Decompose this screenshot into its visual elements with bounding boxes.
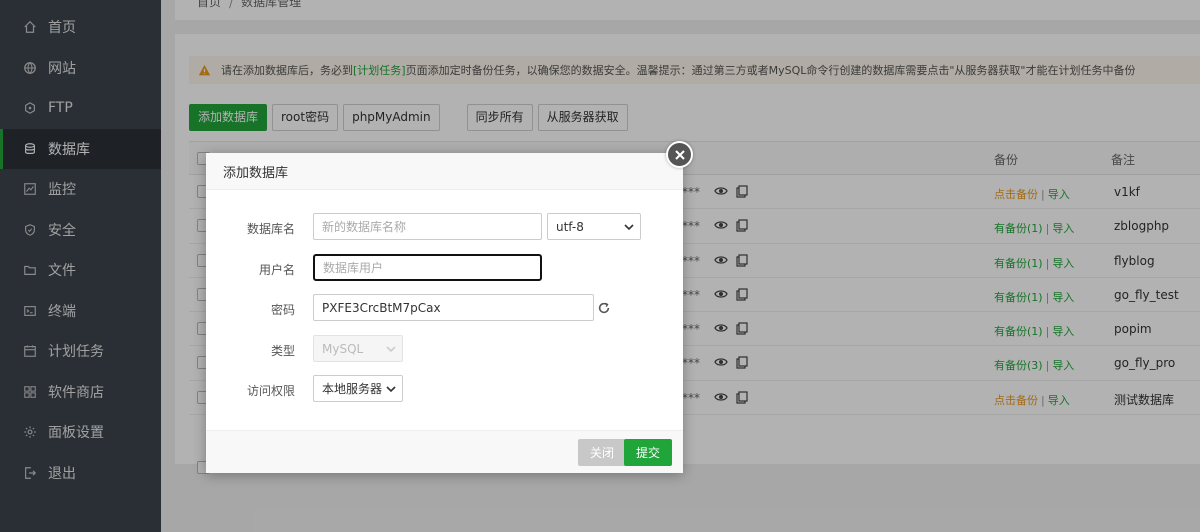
chevron-down-icon: [386, 386, 396, 393]
access-row: 访问权限 本地服务器: [206, 375, 683, 403]
username-row: 用户名: [206, 254, 683, 282]
chevron-down-icon: [386, 346, 396, 353]
access-value: 本地服务器: [322, 382, 383, 396]
password-row: 密码: [206, 294, 683, 322]
submit-button[interactable]: 提交: [624, 439, 673, 466]
dbname-label: 数据库名: [246, 222, 295, 236]
type-value: MySQL: [322, 341, 364, 356]
dbname-input[interactable]: [313, 213, 542, 240]
password-input[interactable]: [313, 294, 594, 321]
close-button[interactable]: 关闭: [578, 439, 627, 466]
chevron-down-icon: [624, 224, 634, 231]
type-label: 类型: [270, 344, 295, 358]
dialog-header: 添加数据库: [206, 153, 683, 190]
dialog-footer: 关闭 提交: [206, 430, 683, 473]
charset-select[interactable]: utf-8: [547, 213, 641, 240]
refresh-icon[interactable]: [597, 301, 611, 315]
username-input[interactable]: [313, 254, 542, 281]
password-label: 密码: [270, 303, 295, 317]
close-icon[interactable]: [666, 141, 693, 168]
dialog-title: 添加数据库: [223, 165, 289, 181]
username-label: 用户名: [258, 263, 295, 277]
type-row: 类型 MySQL: [206, 335, 683, 363]
dbname-row: 数据库名 utf-8: [206, 213, 683, 241]
type-select: MySQL: [313, 335, 403, 362]
add-database-dialog: 添加数据库 数据库名 utf-8 用户名 密码 类型 MySQL 访问权限 本地…: [206, 141, 693, 473]
access-select[interactable]: 本地服务器: [313, 375, 403, 402]
access-label: 访问权限: [246, 384, 295, 398]
charset-value: utf-8: [556, 219, 584, 234]
